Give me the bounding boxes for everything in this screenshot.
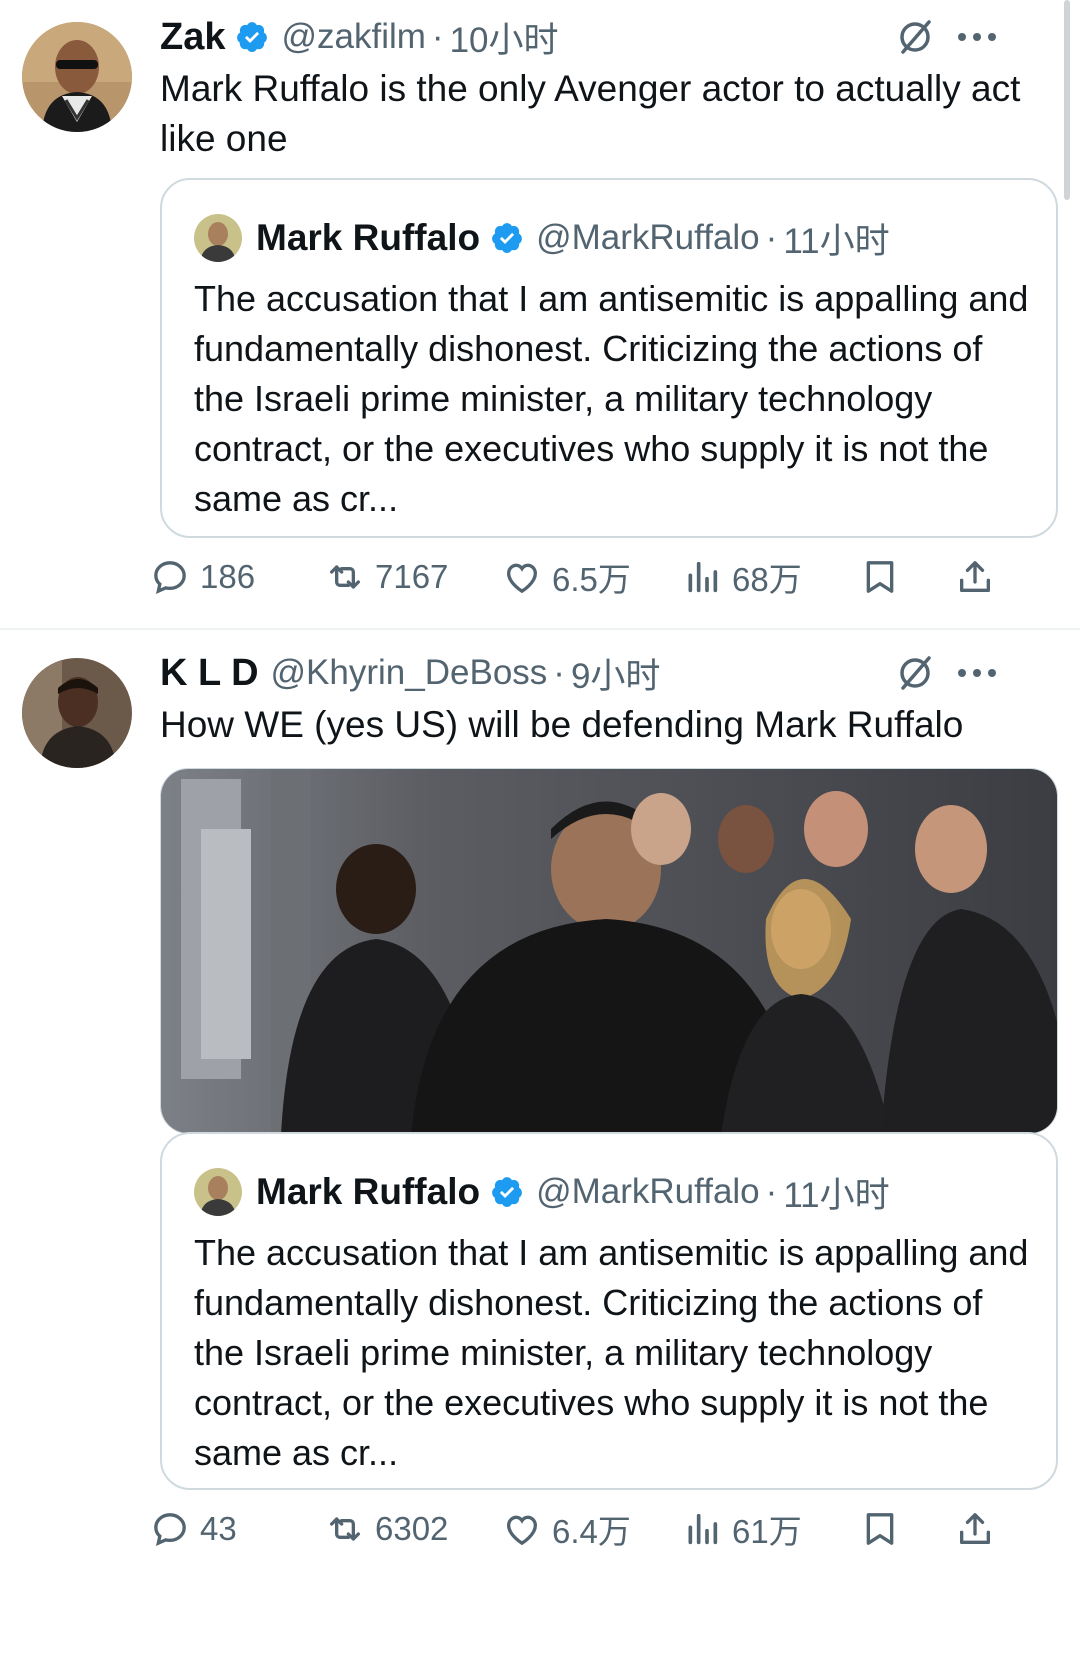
avatar[interactable] — [22, 22, 132, 132]
quote-text: The accusation that I am antisemitic is … — [194, 1232, 1029, 1473]
like-icon — [506, 1515, 538, 1546]
reply-button[interactable]: 43 — [150, 1502, 237, 1556]
reply-icon — [154, 1513, 186, 1547]
quote-author-name[interactable]: Mark Ruffalo — [256, 1171, 480, 1213]
view-count: 61万 — [732, 1513, 802, 1550]
action-bar: 186 7167 6.5万 68万 — [154, 550, 1060, 604]
quoted-tweet[interactable]: Mark Ruffalo @MarkRuffalo · 11小时 The acc… — [160, 178, 1058, 538]
action-bar: 43 6302 6.4万 61万 — [154, 1502, 1060, 1556]
bookmark-button[interactable] — [860, 1502, 910, 1556]
separator-dot: · — [765, 1172, 778, 1211]
verified-badge-icon — [492, 1177, 522, 1208]
share-button[interactable] — [955, 1502, 1005, 1556]
views-icon — [688, 1513, 718, 1545]
tweet-text: Mark Ruffalo is the only Avenger actor t… — [160, 68, 1021, 159]
grok-icon[interactable] — [895, 17, 935, 57]
quote-author-name[interactable]: Mark Ruffalo — [256, 217, 480, 259]
timestamp[interactable]: 9小时 — [571, 648, 660, 699]
views-button[interactable]: 61万 — [682, 1502, 802, 1556]
views-icon — [688, 561, 718, 593]
separator-dot: · — [553, 653, 565, 692]
quote-timestamp[interactable]: 11小时 — [783, 213, 889, 264]
bookmark-icon — [866, 1513, 894, 1545]
tweet-media-image[interactable] — [160, 768, 1058, 1134]
repost-count: 6302 — [375, 1510, 449, 1547]
view-count: 68万 — [732, 561, 802, 598]
tweet-text: How WE (yes US) will be defending Mark R… — [160, 704, 964, 745]
author-handle[interactable]: @zakfilm — [281, 17, 425, 57]
repost-button[interactable]: 6302 — [325, 1502, 448, 1556]
bookmark-icon — [866, 561, 894, 593]
quote-avatar[interactable] — [194, 1168, 242, 1216]
like-count: 6.4万 — [552, 1513, 631, 1550]
like-button[interactable]: 6.5万 — [502, 550, 631, 604]
quote-header: Mark Ruffalo @MarkRuffalo · 11小时 — [256, 1164, 890, 1220]
author-name[interactable]: Zak — [160, 16, 225, 59]
quote-author-handle[interactable]: @MarkRuffalo — [536, 1172, 760, 1212]
tweet[interactable]: K L D @Khyrin_DeBoss · 9小时 How WE (yes U… — [0, 630, 1080, 1668]
like-button[interactable]: 6.4万 — [502, 1502, 631, 1556]
more-icon[interactable] — [955, 30, 999, 44]
quote-header: Mark Ruffalo @MarkRuffalo · 11小时 — [256, 210, 890, 266]
timestamp[interactable]: 10小时 — [450, 12, 559, 63]
tweet-header: K L D @Khyrin_DeBoss · 9小时 — [160, 648, 660, 698]
like-count: 6.5万 — [552, 561, 631, 598]
quote-text: The accusation that I am antisemitic is … — [194, 278, 1029, 519]
more-icon[interactable] — [955, 666, 999, 680]
share-icon — [960, 1513, 990, 1544]
reply-count: 186 — [200, 558, 256, 595]
repost-count: 7167 — [375, 558, 449, 595]
repost-icon — [330, 565, 360, 589]
tweet[interactable]: Zak @zakfilm · 10小时 Mark Ruffalo is the … — [0, 0, 1080, 665]
verified-badge-icon — [237, 22, 268, 53]
grok-icon[interactable] — [895, 653, 935, 693]
tweet-header: Zak @zakfilm · 10小时 — [160, 12, 559, 62]
share-button[interactable] — [955, 550, 1005, 604]
separator-dot: · — [431, 17, 444, 56]
repost-button[interactable]: 7167 — [325, 550, 448, 604]
author-handle[interactable]: @Khyrin_DeBoss — [271, 653, 548, 693]
bookmark-button[interactable] — [860, 550, 910, 604]
quote-avatar[interactable] — [194, 214, 242, 262]
quote-timestamp[interactable]: 11小时 — [783, 1167, 889, 1218]
reply-icon — [154, 561, 186, 595]
author-name[interactable]: K L D — [160, 652, 259, 695]
separator-dot: · — [765, 218, 778, 257]
quoted-tweet[interactable]: Mark Ruffalo @MarkRuffalo · 11小时 The acc… — [160, 1132, 1058, 1490]
reply-count: 43 — [200, 1510, 237, 1547]
verified-badge-icon — [492, 223, 522, 254]
views-button[interactable]: 68万 — [682, 550, 802, 604]
share-icon — [960, 561, 990, 592]
reply-button[interactable]: 186 — [150, 550, 255, 604]
repost-icon — [330, 1517, 360, 1541]
avatar[interactable] — [22, 658, 132, 768]
like-icon — [506, 563, 538, 594]
quote-author-handle[interactable]: @MarkRuffalo — [536, 218, 760, 258]
